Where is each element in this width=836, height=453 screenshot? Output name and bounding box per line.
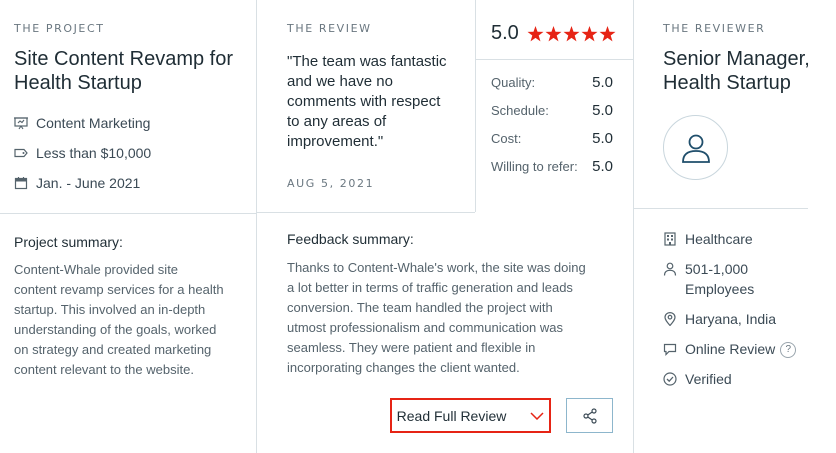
score-value: 5.0 <box>592 158 613 175</box>
score-divider <box>475 0 476 212</box>
star-icon <box>545 25 562 41</box>
reviewer-title: Senior Manager, Health Startup <box>663 47 810 95</box>
project-title-line: Site Content Revamp for <box>14 48 233 70</box>
project-budget: Less than $10,000 <box>14 145 151 161</box>
reviewer-company-size: 501-1,000 Employees <box>663 259 754 299</box>
project-eyebrow: THE PROJECT <box>14 22 105 35</box>
project-title-line: Health Startup <box>14 72 142 94</box>
quote-line: comments with respect <box>287 93 441 110</box>
feedback-line: a lot better in terms of traffic generat… <box>287 280 573 295</box>
summary-line: startup. This involved an in-depth <box>14 302 206 317</box>
column-divider-1 <box>256 0 257 453</box>
column-divider-2 <box>633 0 634 453</box>
score-schedule: Schedule: 5.0 <box>491 102 613 119</box>
summary-line: content revamp services for a health <box>14 282 224 297</box>
help-icon[interactable]: ? <box>780 342 797 358</box>
score-label: Quality: <box>491 75 536 90</box>
review-date: AUG 5, 2021 <box>287 177 375 190</box>
location-label: Haryana, India <box>685 311 777 327</box>
star-icon <box>581 25 598 41</box>
quote-line: and we have no <box>287 73 393 90</box>
star-icon <box>527 25 544 41</box>
star-icon <box>563 25 580 41</box>
verified-label: Verified <box>685 371 732 387</box>
reviewer-divider <box>633 208 808 209</box>
quote-line: "The team was fantastic <box>287 53 447 70</box>
summary-line: understanding of the goals, worked <box>14 322 217 337</box>
company-size-line: 501-1,000 <box>685 261 749 277</box>
feedback-line: Thanks to Content-Whale's work, the site… <box>287 260 586 275</box>
overall-score: 5.0 <box>491 22 519 44</box>
avatar <box>663 115 728 180</box>
feedback-line: seamless. They were patient and flexible… <box>287 340 536 355</box>
chevron-down-icon <box>530 411 544 420</box>
score-refer: Willing to refer: 5.0 <box>491 158 613 175</box>
share-icon <box>582 407 597 424</box>
dates-label: Jan. - June 2021 <box>36 175 141 191</box>
company-size-line: Employees <box>685 281 755 297</box>
quote-line: improvement." <box>287 133 384 150</box>
reviewer-verified: Verified <box>663 369 732 389</box>
score-quality: Quality: 5.0 <box>491 74 613 91</box>
presentation-icon <box>14 117 28 130</box>
summary-line: Content-Whale provided site <box>14 262 179 277</box>
project-dates: Jan. - June 2021 <box>14 175 140 191</box>
review-quote: "The team was fantastic and we have no c… <box>287 52 447 152</box>
feedback-summary-text: Thanks to Content-Whale's work, the site… <box>287 258 622 378</box>
feedback-line: conversion. The team handled the project… <box>287 300 553 315</box>
summary-line: on strategy and created marketing <box>14 342 212 357</box>
check-circle-icon <box>663 372 677 386</box>
read-full-review-button[interactable]: Read Full Review <box>390 398 551 433</box>
calendar-icon <box>14 177 28 190</box>
score-label: Cost: <box>491 131 522 146</box>
project-summary-text: Content-Whale provided site content reva… <box>14 260 249 380</box>
score-label: Schedule: <box>491 103 549 118</box>
reviewer-review-type: Online Review ? <box>663 339 797 359</box>
feedback-line: utmost professionalism and communication… <box>287 320 564 335</box>
quote-line: to any areas of <box>287 113 387 130</box>
project-title: Site Content Revamp for Health Startup <box>14 47 233 95</box>
star-icon <box>599 25 616 41</box>
chat-bubble-icon <box>663 343 677 356</box>
review-divider <box>256 212 475 213</box>
reviewer-title-line: Senior Manager, <box>663 48 810 70</box>
share-button[interactable] <box>566 398 613 433</box>
service-label: Content Marketing <box>36 115 151 131</box>
user-icon <box>681 134 710 163</box>
project-summary-label: Project summary: <box>14 234 123 250</box>
score-label: Willing to refer: <box>491 159 578 174</box>
score-value: 5.0 <box>592 130 613 147</box>
reviewer-industry: Healthcare <box>663 229 753 249</box>
reviewer-title-line: Health Startup <box>663 72 791 94</box>
summary-line: content relevant to the website. <box>14 362 194 377</box>
building-icon <box>664 232 676 246</box>
reviewer-location: Haryana, India <box>663 309 776 329</box>
read-full-review-label: Read Full Review <box>396 407 507 424</box>
review-type-label: Online Review <box>685 341 776 357</box>
score-value: 5.0 <box>592 102 613 119</box>
score-cost: Cost: 5.0 <box>491 130 613 147</box>
budget-label: Less than $10,000 <box>36 145 152 161</box>
price-tag-icon <box>14 148 28 158</box>
overall-rating: 5.0 <box>491 22 616 45</box>
feedback-summary-label: Feedback summary: <box>287 231 414 247</box>
feedback-line: incorporating changes the client wanted. <box>287 360 520 375</box>
star-rating <box>527 25 616 42</box>
project-service: Content Marketing <box>14 115 150 131</box>
project-divider <box>0 213 256 214</box>
reviewer-eyebrow: THE REVIEWER <box>663 22 766 35</box>
industry-label: Healthcare <box>685 231 753 247</box>
location-pin-icon <box>664 312 676 326</box>
person-icon <box>663 262 677 276</box>
score-value: 5.0 <box>592 74 613 91</box>
review-eyebrow: THE REVIEW <box>287 22 372 35</box>
rating-divider <box>475 59 633 60</box>
